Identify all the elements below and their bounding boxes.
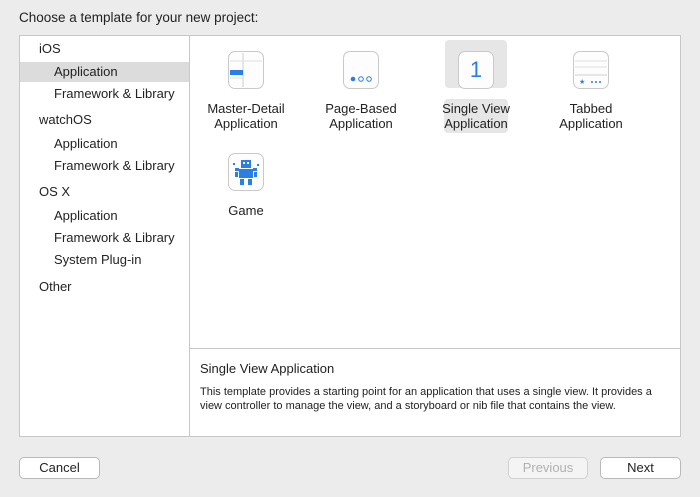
sidebar-item-ios-application[interactable]: Application [20, 62, 189, 82]
cancel-button[interactable]: Cancel [19, 457, 100, 479]
sidebar-category-osx[interactable]: OS X [39, 184, 70, 199]
template-label-line2: Application [214, 116, 278, 131]
template-label-line2: Application [329, 116, 393, 131]
sidebar-category-ios[interactable]: iOS [39, 41, 61, 56]
sidebar-item-osx-system-plugin[interactable]: System Plug-in [20, 250, 189, 270]
template-master-detail[interactable]: Master-Detail Application [191, 41, 301, 137]
game-icon [228, 153, 264, 191]
template-tabbed[interactable]: ★ Tabbed Application [536, 41, 646, 137]
template-label-line1: Game [228, 203, 264, 218]
chooser-panel: iOS Application Framework & Library watc… [19, 35, 681, 437]
svg-text:★: ★ [579, 78, 585, 86]
template-label: Game [191, 203, 301, 218]
previous-button[interactable]: Previous [508, 457, 588, 479]
template-label-line1: Master-Detail [207, 101, 285, 116]
master-detail-icon [228, 51, 264, 89]
single-view-glyph: 1 [469, 57, 483, 82]
next-button[interactable]: Next [600, 457, 681, 479]
template-label-line1: Page-Based [325, 101, 397, 116]
template-label-line2: Application [444, 116, 508, 131]
description-title: Single View Application [200, 361, 335, 376]
template-label: Single View Application [421, 101, 531, 131]
template-label: Page-Based Application [306, 101, 416, 131]
sidebar-item-osx-application[interactable]: Application [20, 206, 189, 226]
template-page-based[interactable]: Page-Based Application [306, 41, 416, 137]
page-based-icon [343, 51, 379, 89]
description-text: This template provides a starting point … [200, 386, 652, 412]
sidebar-item-ios-framework-library[interactable]: Framework & Library [20, 84, 189, 104]
template-label: Tabbed Application [536, 101, 646, 131]
template-description-panel: Single View Application This template pr… [190, 348, 680, 436]
tabbed-icon: ★ [573, 51, 609, 89]
dialog-title: Choose a template for your new project: [19, 10, 259, 25]
template-label-line2: Application [559, 116, 623, 131]
sidebar-item-osx-framework-library[interactable]: Framework & Library [20, 228, 189, 248]
template-game[interactable]: Game [191, 143, 301, 239]
sidebar-category-other[interactable]: Other [39, 279, 72, 294]
template-chooser-dialog: Choose a template for your new project: … [0, 0, 700, 497]
sidebar-category-watchos[interactable]: watchOS [39, 112, 92, 127]
template-label-line1: Single View [442, 101, 510, 116]
template-label: Master-Detail Application [191, 101, 301, 131]
single-view-icon: 1 [458, 51, 494, 89]
sidebar-item-watchos-framework-library[interactable]: Framework & Library [20, 156, 189, 176]
sidebar-item-watchos-application[interactable]: Application [20, 134, 189, 154]
template-label-line1: Tabbed [569, 101, 613, 116]
template-single-view[interactable]: 1 Single View Application [421, 40, 531, 137]
template-grid: Master-Detail Application Page-Based App… [190, 36, 680, 348]
platform-sidebar: iOS Application Framework & Library watc… [20, 36, 190, 436]
